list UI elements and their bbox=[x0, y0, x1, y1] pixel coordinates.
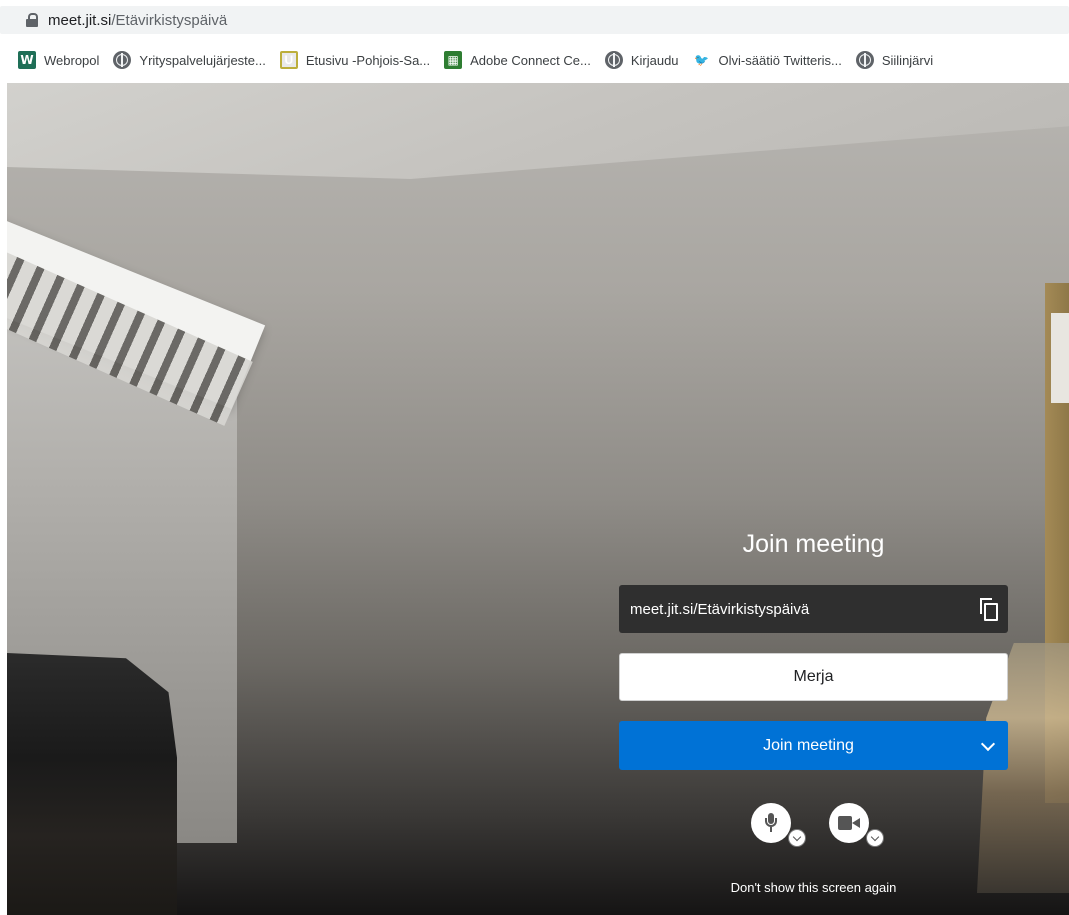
globe-icon bbox=[113, 51, 132, 69]
bookmark-label: Yrityspalvelujärjeste... bbox=[139, 52, 266, 68]
bookmark-olvi-twitter[interactable]: 🐦 Olvi-säätiö Twitteris... bbox=[693, 46, 842, 74]
camera-preview bbox=[7, 83, 1069, 915]
meeting-url-text: meet.jit.si/Etävirkistyspäivä bbox=[630, 600, 810, 618]
camera-button[interactable] bbox=[829, 803, 869, 843]
bookmark-label: Etusivu -Pohjois-Sa... bbox=[305, 52, 431, 68]
bookmark-label: Adobe Connect Ce... bbox=[470, 52, 591, 68]
globe-icon bbox=[855, 51, 874, 69]
twitter-icon: 🐦 bbox=[694, 53, 710, 67]
join-meeting-title: Join meeting bbox=[742, 530, 885, 558]
bookmark-etusivu[interactable]: U Etusivu -Pohjois-Sa... bbox=[279, 46, 431, 74]
bookmark-adobe-connect[interactable]: ▦ Adobe Connect Ce... bbox=[444, 46, 591, 74]
address-bar[interactable]: meet.jit.si/Etävirkistyspäivä bbox=[0, 6, 1069, 34]
url-path: /Etävirkistyspäivä bbox=[111, 11, 228, 29]
browser-window: meet.jit.si/Etävirkistyspäivä W Webropol… bbox=[0, 0, 1069, 915]
bookmark-siilinjarvi[interactable]: Siilinjärvi bbox=[855, 46, 934, 74]
dont-show-again-link[interactable]: Don't show this screen again bbox=[619, 880, 1008, 895]
bookmark-webropol[interactable]: W Webropol bbox=[18, 46, 99, 74]
bookmark-yrityspalvelu[interactable]: Yrityspalvelujärjeste... bbox=[113, 46, 266, 74]
bookmark-label: Kirjaudu bbox=[630, 52, 679, 68]
microphone-options-chevron-down-icon[interactable] bbox=[788, 829, 806, 847]
lock-icon[interactable] bbox=[26, 13, 38, 27]
microphone-icon bbox=[764, 813, 778, 833]
join-meeting-button-label: Join meeting bbox=[763, 736, 854, 754]
display-name-input[interactable] bbox=[619, 653, 1008, 701]
url-host: meet.jit.si bbox=[48, 11, 112, 29]
camera-options-chevron-down-icon[interactable] bbox=[866, 829, 884, 847]
etusivu-icon: U bbox=[279, 51, 298, 69]
join-options-chevron-down-icon[interactable] bbox=[968, 721, 1008, 770]
wall-paper bbox=[1051, 313, 1069, 403]
meeting-url-field[interactable]: meet.jit.si/Etävirkistyspäivä bbox=[619, 585, 1008, 633]
bookmarks-bar: W Webropol Yrityspalvelujärjeste... U Et… bbox=[0, 42, 1069, 78]
webropol-icon: W bbox=[18, 51, 36, 69]
join-meeting-button[interactable]: Join meeting bbox=[619, 721, 1008, 770]
chair bbox=[7, 653, 177, 915]
copy-icon[interactable] bbox=[980, 598, 998, 621]
adobe-connect-icon: ▦ bbox=[444, 51, 463, 69]
bookmark-label: Siilinjärvi bbox=[881, 52, 934, 68]
url-text[interactable]: meet.jit.si/Etävirkistyspäivä bbox=[48, 12, 227, 29]
bookmark-kirjaudu[interactable]: Kirjaudu bbox=[604, 46, 679, 74]
bookmark-label: Webropol bbox=[44, 52, 100, 68]
bookmark-label: Olvi-säätiö Twitteris... bbox=[718, 52, 842, 68]
microphone-button[interactable] bbox=[751, 803, 791, 843]
video-camera-icon bbox=[838, 816, 860, 830]
globe-icon bbox=[604, 51, 623, 69]
